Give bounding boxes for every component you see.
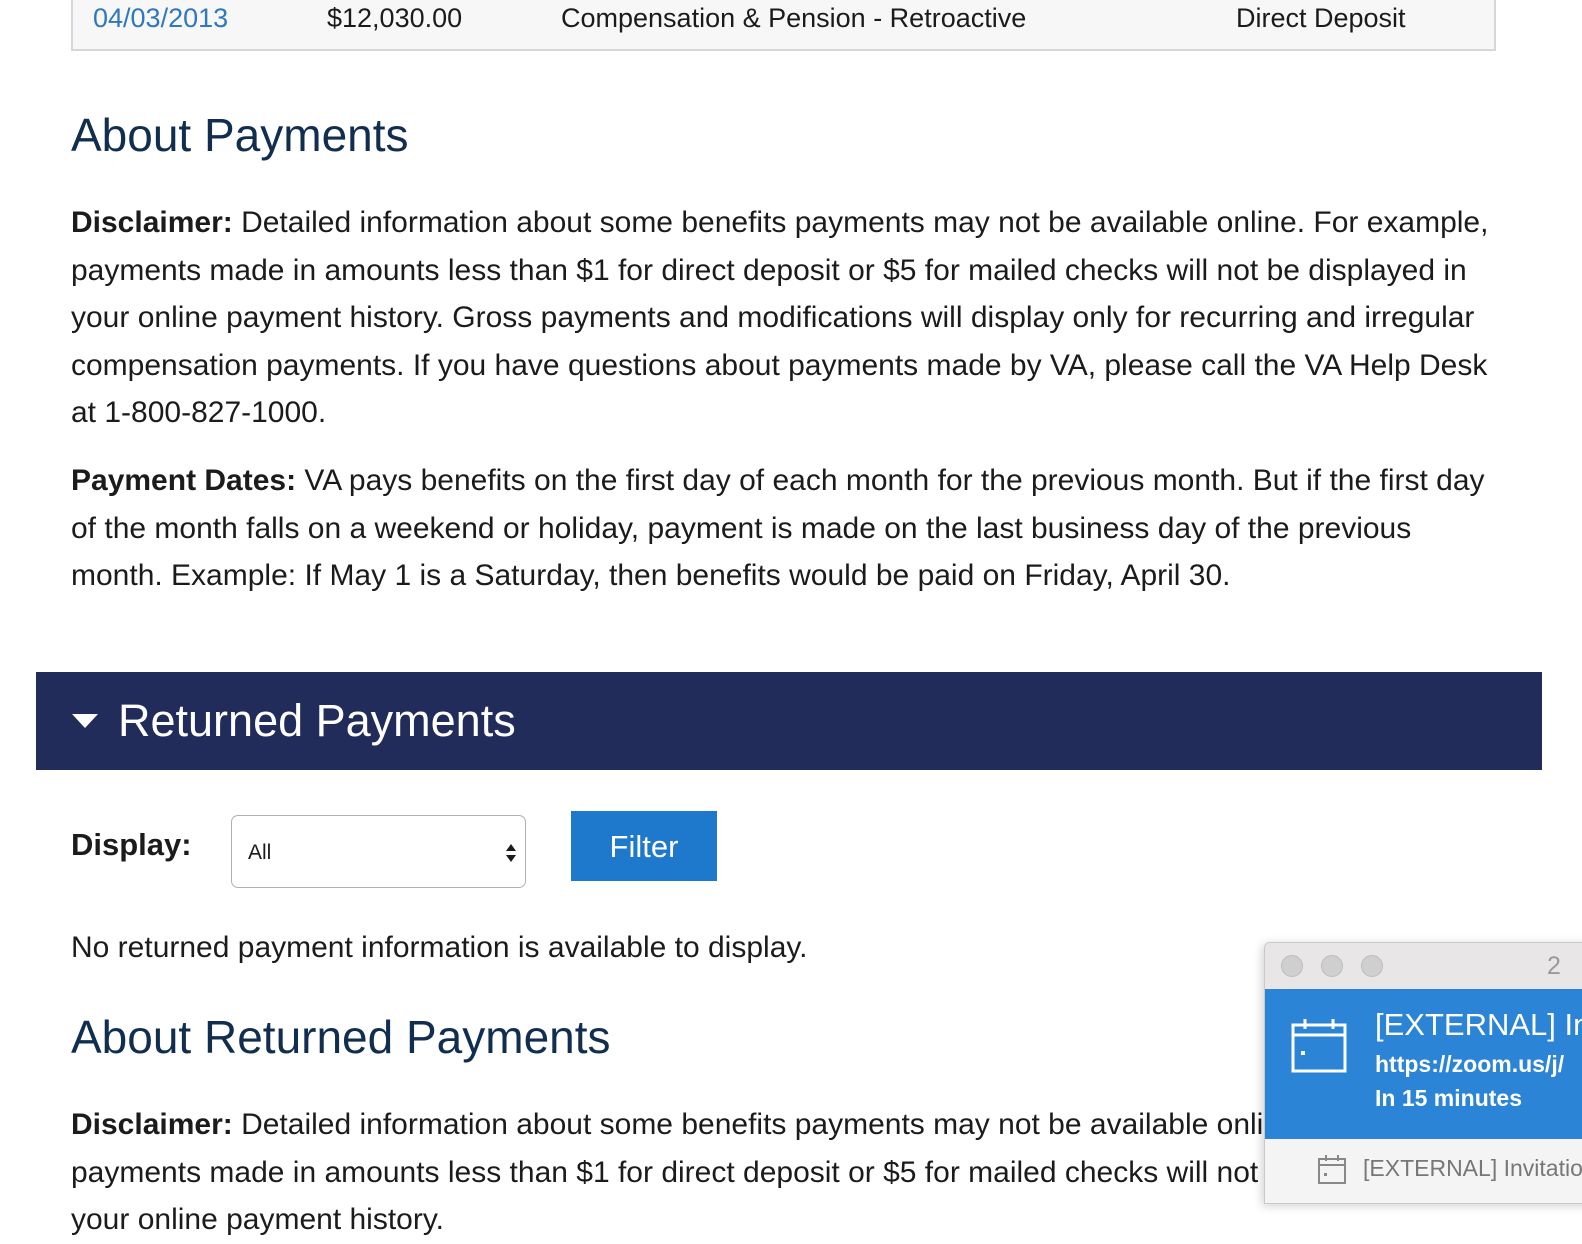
event-url[interactable]: https://zoom.us/j/ [1375, 1049, 1564, 1079]
about-payments-disclaimer: Disclaimer: Detailed information about s… [71, 199, 1511, 437]
payment-method: Direct Deposit [1236, 3, 1406, 33]
about-returned-heading: About Returned Payments [71, 1011, 611, 1063]
notification-event[interactable]: [EXTERNAL] Invitation https://zoom.us/j/… [1265, 989, 1582, 1139]
payment-amount: $12,030.00 [327, 3, 463, 33]
display-select[interactable]: All [231, 815, 526, 888]
zoom-window-button[interactable] [1361, 955, 1383, 977]
calendar-notification-window[interactable]: 2 [EXTERNAL] Invitation https://zoom.us/… [1264, 942, 1582, 1204]
notification-titlebar: 2 [1265, 943, 1582, 989]
payment-dates-label: Payment Dates: [71, 464, 297, 497]
returned-disclaimer-label: Disclaimer: [71, 1108, 233, 1141]
no-returned-payments-message: No returned payment information is avail… [71, 931, 808, 964]
minimize-window-button[interactable] [1321, 955, 1343, 977]
display-select-value: All [248, 841, 272, 864]
calendar-small-icon [1318, 1155, 1346, 1184]
caret-down-icon [72, 714, 98, 728]
second-notification-text: [EXTERNAL] Invitation [1363, 1155, 1582, 1181]
filter-button[interactable]: Filter [571, 811, 717, 881]
payment-dates-paragraph: Payment Dates: VA pays benefits on the f… [71, 457, 1511, 600]
about-payments-heading: About Payments [71, 109, 409, 161]
event-title: [EXTERNAL] Invitation [1375, 1007, 1582, 1042]
select-arrows-icon [506, 844, 516, 862]
accordion-title: Returned Payments [118, 695, 516, 746]
disclaimer-text: Detailed information about some benefits… [71, 206, 1489, 429]
event-time: In 15 minutes [1375, 1085, 1522, 1111]
table-row: 04/03/2013 $12,030.00 Compensation & Pen… [73, 0, 1494, 49]
disclaimer-label: Disclaimer: [71, 206, 233, 239]
returned-payments-accordion[interactable]: Returned Payments [36, 672, 1542, 770]
payment-type: Compensation & Pension - Retroactive [561, 3, 1027, 33]
notification-list-item[interactable]: [EXTERNAL] Invitation [1265, 1139, 1582, 1203]
close-window-button[interactable] [1281, 955, 1303, 977]
notification-count: 2 [1547, 952, 1561, 980]
calendar-icon [1291, 1019, 1347, 1073]
display-label: Display: [71, 827, 192, 862]
payment-history-table: 04/03/2013 $12,030.00 Compensation & Pen… [71, 0, 1496, 51]
payment-date-link[interactable]: 04/03/2013 [93, 0, 228, 36]
